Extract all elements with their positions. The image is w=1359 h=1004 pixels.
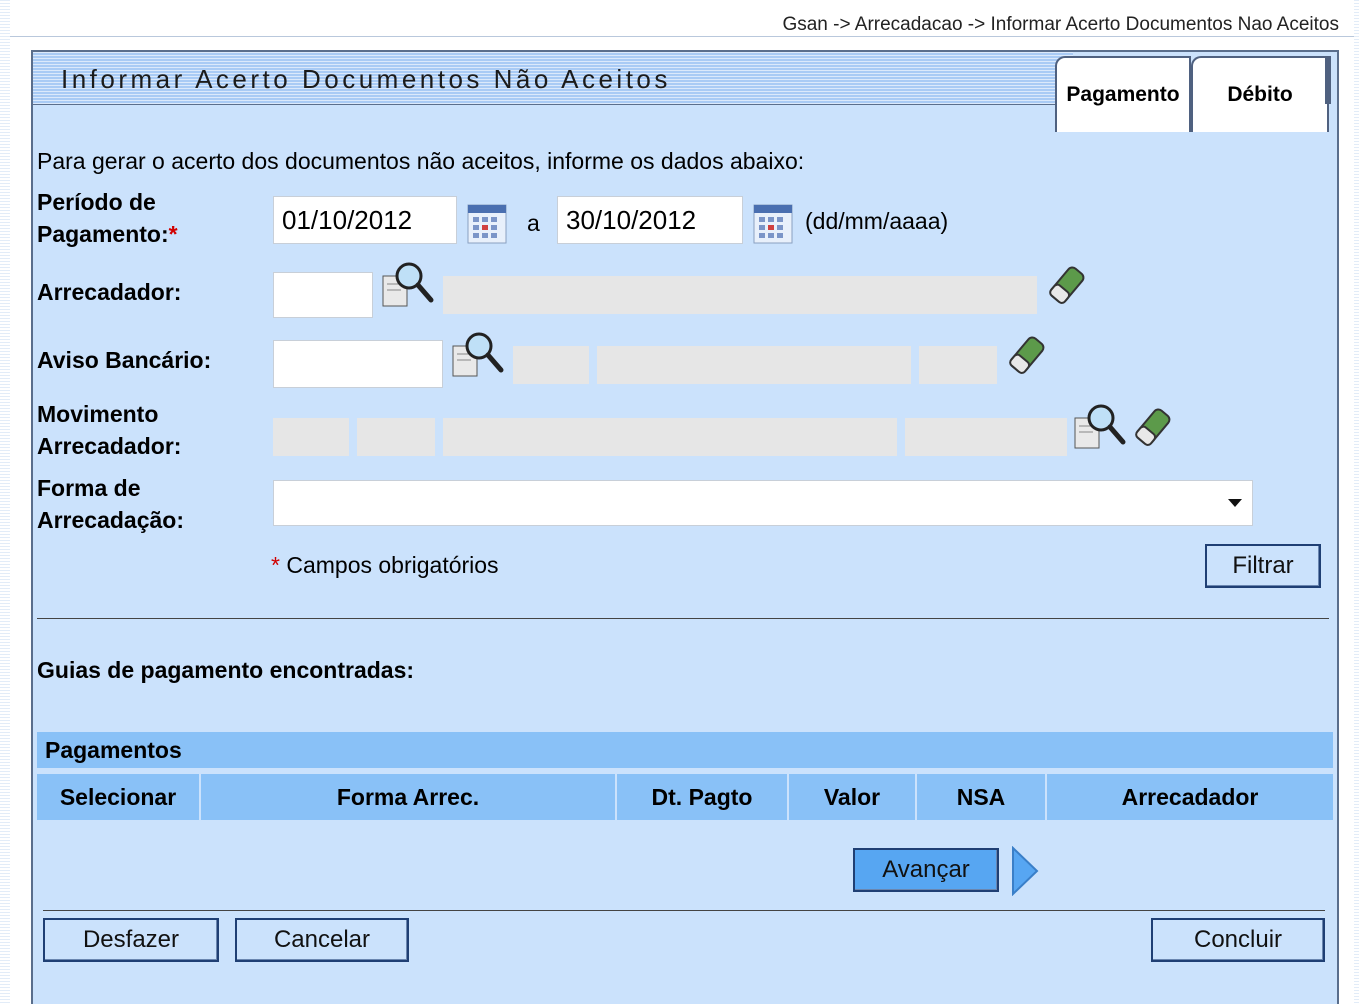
avancar-button[interactable]: Avançar <box>853 848 999 892</box>
calendar-icon[interactable] <box>753 202 793 244</box>
desfazer-button[interactable]: Desfazer <box>43 918 219 962</box>
filtrar-button[interactable]: Filtrar <box>1205 544 1321 588</box>
breadcrumb-divider <box>10 36 1354 37</box>
movimento-label-line2: Arrecadador: <box>37 433 182 459</box>
column-header: Dt. Pagto <box>617 774 789 820</box>
movimento-field-1 <box>273 418 349 456</box>
movimento-label-line1: Movimento <box>37 401 159 427</box>
eraser-icon[interactable] <box>1131 404 1175 450</box>
column-header: NSA <box>917 774 1047 820</box>
arrecadador-description <box>443 276 1037 314</box>
required-mark: * <box>168 221 178 247</box>
movimento-field-4 <box>905 418 1067 456</box>
periodo-label: Período de Pagamento:* <box>37 186 178 250</box>
column-header: Valor <box>789 774 917 820</box>
divider <box>37 618 1329 619</box>
movimento-field-2 <box>357 418 435 456</box>
aviso-bancario-label: Aviso Bancário: <box>37 347 212 373</box>
movimento-field-3 <box>443 418 897 456</box>
left-border-decoration <box>0 0 10 1004</box>
aviso-bancario-input[interactable] <box>273 340 443 388</box>
periodo-separator: a <box>527 210 540 236</box>
forma-arrecadacao-select[interactable] <box>273 480 1253 526</box>
search-icon[interactable] <box>1073 402 1129 452</box>
periodo-label-line1: Período de <box>37 189 156 215</box>
breadcrumb: Gsan -> Arrecadacao -> Informar Acerto D… <box>782 14 1339 35</box>
intro-text: Para gerar o acerto dos documentos não a… <box>37 148 805 174</box>
table-title: Pagamentos <box>37 732 1333 768</box>
right-border-decoration <box>1354 0 1359 1004</box>
footer-divider <box>43 910 1325 911</box>
chevron-down-icon <box>1228 499 1242 507</box>
search-icon[interactable] <box>381 260 437 310</box>
tab-pagamento[interactable]: Pagamento <box>1055 56 1191 132</box>
periodo-inicio-input[interactable] <box>273 196 457 244</box>
aviso-descricao-field <box>597 346 911 384</box>
column-header: Forma Arrec. <box>201 774 617 820</box>
required-note-text: Campos obrigatórios <box>286 552 499 578</box>
arrecadador-input[interactable] <box>273 272 373 318</box>
periodo-label-line2: Pagamento: <box>37 221 169 247</box>
page-title: Informar Acerto Documentos Não Aceitos <box>61 64 671 94</box>
eraser-icon[interactable] <box>1005 332 1049 378</box>
arrow-right-icon[interactable] <box>1011 846 1039 896</box>
cancelar-button[interactable]: Cancelar <box>235 918 409 962</box>
required-mark: * <box>271 552 280 578</box>
tab-edge <box>1325 56 1331 104</box>
column-header: Selecionar <box>37 774 201 820</box>
column-header: Arrecadador <box>1121 784 1259 810</box>
main-panel: Informar Acerto Documentos Não Aceitos P… <box>31 50 1339 1004</box>
forma-label-line2: Arrecadação: <box>37 507 185 533</box>
table-header: Selecionar Forma Arrec. Dt. Pagto Valor … <box>37 774 1333 820</box>
title-bar: Informar Acerto Documentos Não Aceitos <box>33 52 1073 105</box>
eraser-icon[interactable] <box>1045 262 1089 308</box>
forma-label-line1: Forma de <box>37 475 141 501</box>
movimento-label: Movimento Arrecadador: <box>37 398 181 462</box>
search-icon[interactable] <box>451 330 507 380</box>
tab-debito[interactable]: Débito <box>1191 56 1329 132</box>
required-note: * Campos obrigatórios <box>271 552 499 579</box>
arrecadador-label: Arrecadador: <box>37 279 182 305</box>
date-format-hint: (dd/mm/aaaa) <box>805 208 949 234</box>
concluir-button[interactable]: Concluir <box>1151 918 1325 962</box>
aviso-extra-field <box>919 346 997 384</box>
forma-arrecadacao-label: Forma de Arrecadação: <box>37 472 184 536</box>
periodo-fim-input[interactable] <box>557 196 743 244</box>
results-heading: Guias de pagamento encontradas: <box>37 657 415 683</box>
calendar-icon[interactable] <box>467 202 507 244</box>
aviso-codigo-field <box>513 346 589 384</box>
